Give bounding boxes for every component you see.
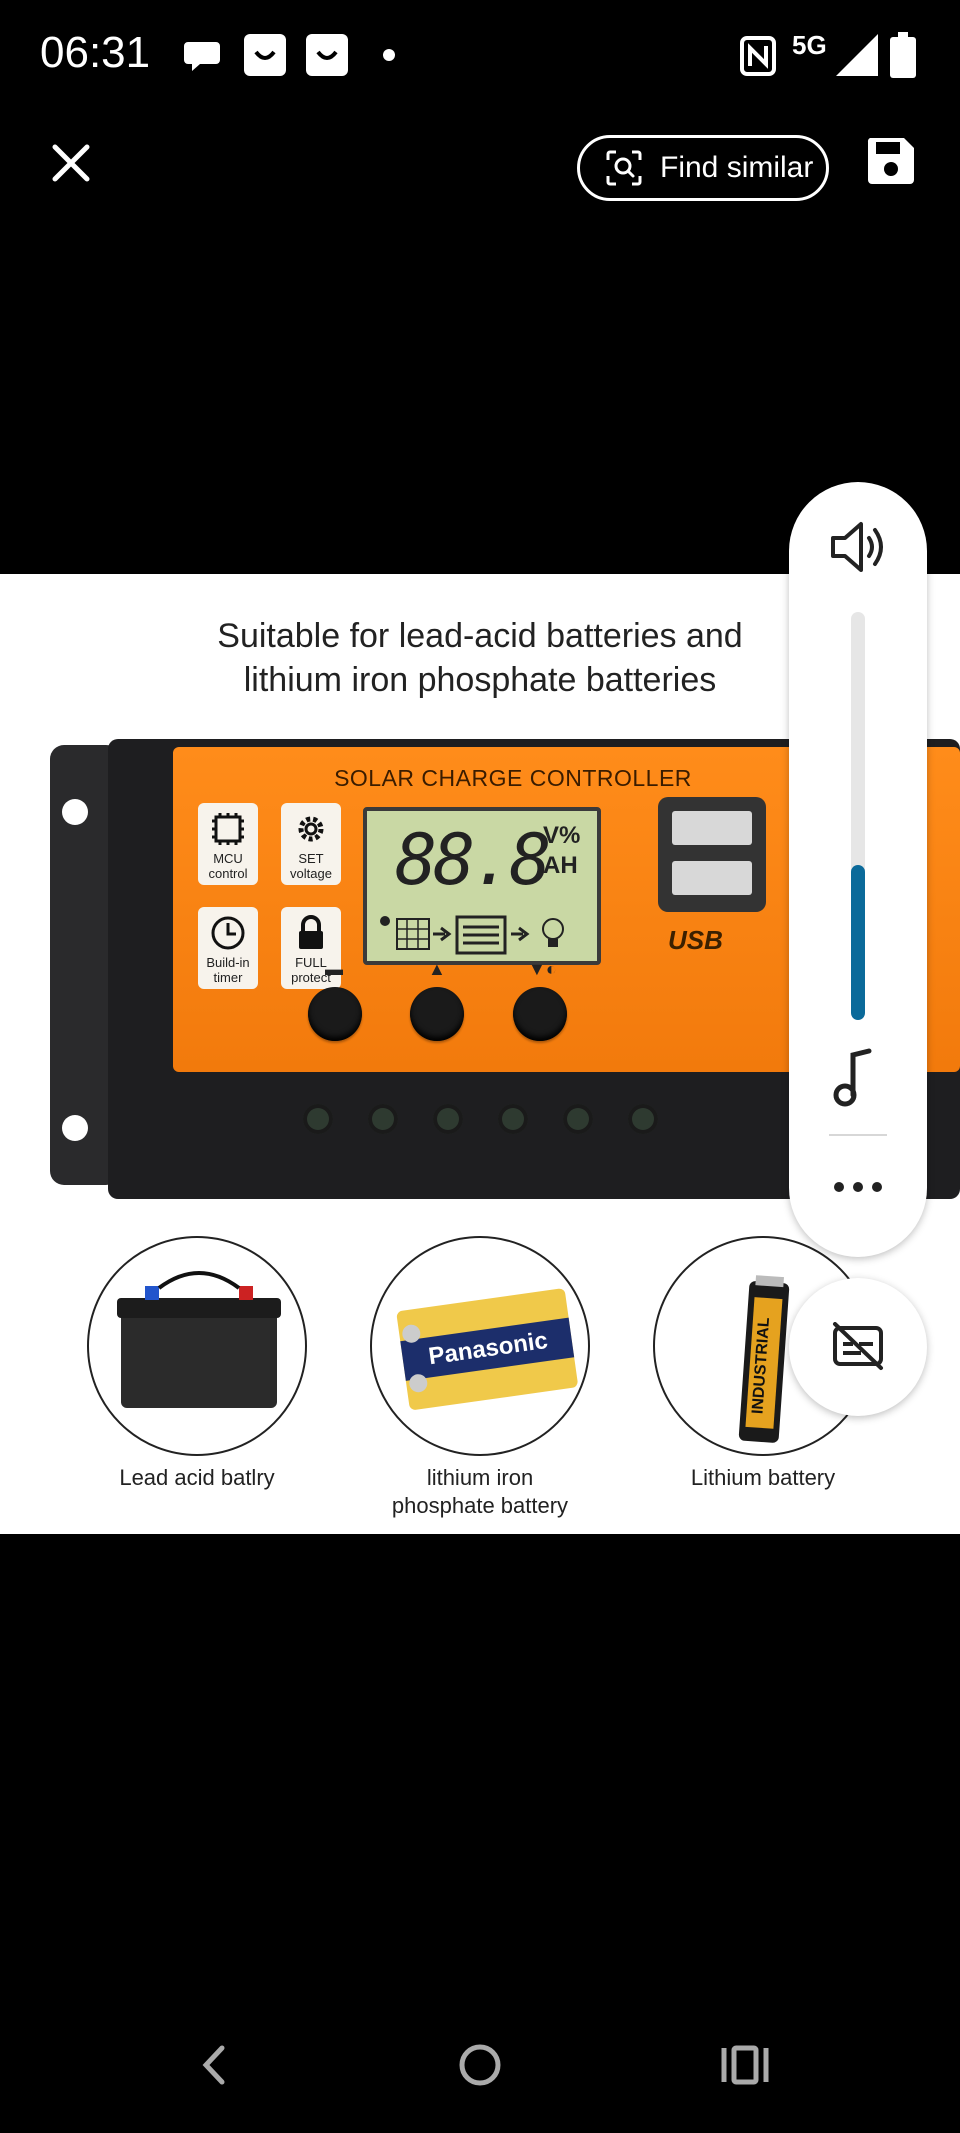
find-similar-button[interactable]: Find similar	[577, 135, 829, 201]
lens-search-icon	[606, 150, 642, 186]
find-similar-label: Find similar	[660, 151, 814, 184]
music-note-icon	[833, 1048, 872, 1107]
usb-slot	[672, 811, 752, 845]
feature-label: MCU	[213, 851, 243, 866]
volume-slider[interactable]	[851, 612, 865, 1020]
menu-button	[308, 987, 362, 1041]
terminal-screw	[433, 1104, 463, 1134]
feature-label: control	[208, 866, 248, 881]
volume-level	[851, 864, 865, 1020]
terminal-screw	[498, 1104, 528, 1134]
back-icon	[202, 2045, 225, 2085]
close-button[interactable]	[40, 132, 102, 194]
home-button[interactable]	[455, 2040, 505, 2090]
clock: 06:31	[40, 28, 151, 77]
battery-icon	[890, 32, 916, 78]
up-button	[410, 987, 464, 1041]
volume-panel	[789, 482, 927, 1257]
terminal-screw	[303, 1104, 333, 1134]
battery-circle-lead-acid	[87, 1236, 307, 1456]
media-volume-button[interactable]	[831, 1047, 885, 1107]
lcd-display: 88.8 V% AH	[363, 807, 601, 965]
chat-bubble-icon	[184, 42, 220, 71]
battery-label-lead-acid: Lead acid batlry	[67, 1464, 327, 1492]
close-icon	[52, 144, 90, 182]
save-button[interactable]	[862, 132, 922, 192]
feature-timer: Build-in timer	[198, 907, 258, 989]
shopping-bag-icon	[306, 34, 348, 76]
chip-icon	[212, 813, 244, 845]
navigation-bar	[0, 2030, 960, 2120]
nfc-icon	[740, 36, 776, 76]
network-type: 5G	[792, 30, 827, 60]
live-caption-button[interactable]	[789, 1278, 927, 1416]
more-icon	[834, 1182, 882, 1192]
terminal-screw	[563, 1104, 593, 1134]
feature-label: Build-in	[206, 955, 250, 970]
dot-icon	[383, 49, 395, 61]
home-icon	[459, 2044, 501, 2086]
usb-slot	[672, 861, 752, 895]
usb-ports	[658, 797, 766, 912]
battery-label-line: lithium iron	[426, 1465, 534, 1490]
battery-label-line: phosphate battery	[391, 1493, 569, 1518]
divider	[829, 1134, 887, 1136]
lcd-unit-bottom: AH	[543, 852, 578, 879]
battery-circle-lifepo4: Panasonic	[370, 1236, 590, 1456]
down-indicator-icon: ▼◐	[528, 959, 557, 979]
volume-icon	[831, 522, 883, 572]
feature-set-voltage: SET voltage	[281, 803, 341, 885]
feature-mcu: MCU control	[198, 803, 258, 885]
gear-icon	[298, 816, 324, 842]
lcd-unit-top: V%	[543, 822, 581, 849]
feature-label: voltage	[290, 866, 332, 881]
terminal-screw	[628, 1104, 658, 1134]
feature-label: timer	[213, 970, 243, 985]
lead-acid-battery-icon	[117, 1271, 281, 1408]
menu-indicator-icon: ▬	[325, 959, 343, 979]
down-button	[513, 987, 567, 1041]
charge-flow-icon	[380, 915, 564, 955]
save-icon	[867, 138, 914, 184]
lock-icon	[299, 915, 323, 949]
9v-battery-icon: Panasonic	[396, 1288, 578, 1410]
mount-hole	[62, 1115, 88, 1141]
clock-icon	[211, 916, 245, 950]
shopping-bag-icon	[244, 34, 286, 76]
battery-label-lithium: Lithium battery	[633, 1464, 893, 1492]
back-button[interactable]	[190, 2040, 240, 2090]
status-bar: 06:31 5G	[0, 0, 960, 110]
feature-label: SET	[298, 851, 324, 866]
controller-title: SOLAR CHARGE CONTROLLER	[334, 765, 692, 791]
more-options-button[interactable]	[829, 1172, 887, 1202]
up-indicator-icon: ▲	[428, 959, 446, 979]
terminal-screw	[368, 1104, 398, 1134]
lcd-digits: 88.8	[395, 819, 552, 901]
signal-icon	[836, 34, 878, 76]
lcd-units: V% AH	[543, 821, 580, 881]
battery-label-line: Lead acid batlry	[119, 1465, 275, 1490]
captions-off-icon	[833, 1322, 883, 1370]
mount-hole	[62, 799, 88, 825]
recents-icon	[721, 2045, 769, 2085]
battery-label-line: Lithium battery	[690, 1465, 836, 1490]
recents-button[interactable]	[720, 2040, 770, 2090]
battery-label-lifepo4: lithium iron phosphate battery	[350, 1464, 610, 1520]
volume-button[interactable]	[823, 512, 893, 582]
usb-label: USB	[668, 925, 723, 955]
